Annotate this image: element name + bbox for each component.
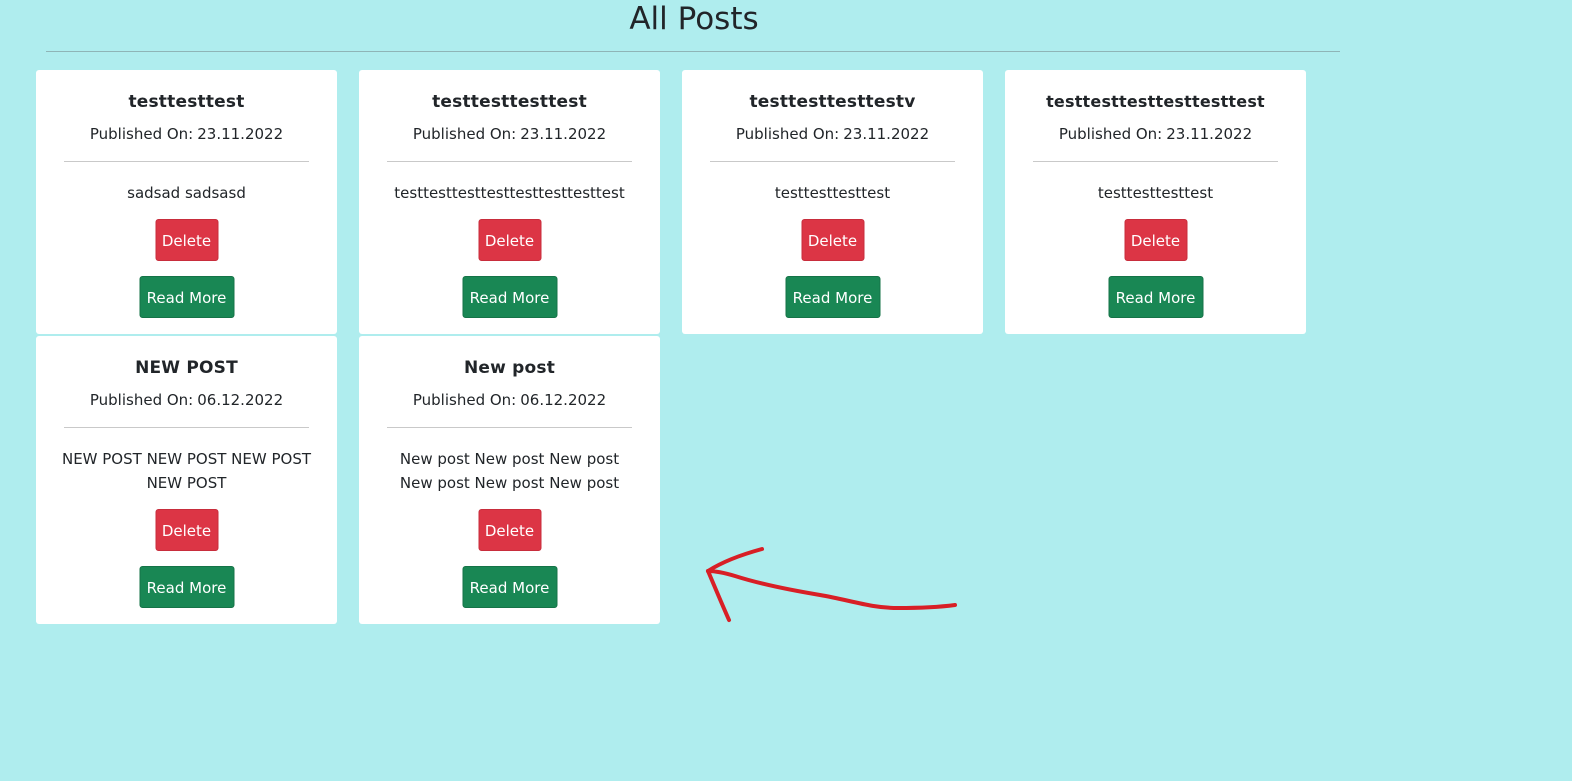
post-card: testtesttesttesttesttest Published On: 23… bbox=[1005, 70, 1306, 334]
post-date: Published On: 23.11.2022 bbox=[36, 124, 337, 144]
post-date-value: 06.12.2022 bbox=[520, 391, 607, 409]
read-more-button[interactable]: Read More bbox=[785, 276, 880, 318]
post-title: testtesttest bbox=[128, 92, 245, 112]
post-date: Published On: 06.12.2022 bbox=[36, 390, 337, 410]
delete-button[interactable]: Delete bbox=[478, 509, 541, 551]
post-title: testtesttesttesttesttest bbox=[1046, 92, 1265, 111]
card-divider bbox=[387, 427, 632, 428]
post-date-value: 23.11.2022 bbox=[197, 125, 284, 143]
post-date: Published On: 23.11.2022 bbox=[359, 124, 660, 144]
post-title: NEW POST bbox=[135, 358, 238, 378]
post-body: testtesttesttest bbox=[774, 184, 891, 202]
post-card: NEW POST Published On: 06.12.2022 NEW POS… bbox=[36, 336, 337, 624]
post-body: testtesttesttest bbox=[1097, 184, 1214, 202]
post-body: NEW POST NEW POST NEW POST NEW POST bbox=[61, 450, 312, 492]
page-title: All Posts bbox=[629, 1, 759, 37]
post-card: testtesttesttest Published On: 23.11.2022… bbox=[359, 70, 660, 334]
published-on-label: Published On: bbox=[89, 125, 194, 143]
card-divider bbox=[64, 161, 309, 162]
delete-button[interactable]: Delete bbox=[801, 219, 864, 261]
post-body: New post New post New post New post New … bbox=[399, 450, 620, 492]
read-more-button[interactable]: Read More bbox=[462, 566, 557, 608]
post-date-value: 06.12.2022 bbox=[197, 391, 284, 409]
read-more-button[interactable]: Read More bbox=[139, 566, 234, 608]
published-on-label: Published On: bbox=[412, 125, 517, 143]
post-date: Published On: 23.11.2022 bbox=[1005, 124, 1306, 144]
post-card: testtesttesttestv Published On: 23.11.202… bbox=[682, 70, 983, 334]
post-card: testtesttest Published On: 23.11.2022 sad… bbox=[36, 70, 337, 334]
read-more-button[interactable]: Read More bbox=[462, 276, 557, 318]
post-date-value: 23.11.2022 bbox=[520, 125, 607, 143]
delete-button[interactable]: Delete bbox=[1124, 219, 1187, 261]
arrow-head-lower bbox=[706, 569, 731, 622]
delete-button[interactable]: Delete bbox=[155, 219, 218, 261]
published-on-label: Published On: bbox=[735, 125, 840, 143]
post-title: New post bbox=[463, 358, 556, 378]
card-divider bbox=[710, 161, 955, 162]
post-date: Published On: 06.12.2022 bbox=[359, 390, 660, 410]
read-more-button[interactable]: Read More bbox=[139, 276, 234, 318]
title-divider bbox=[46, 51, 1340, 52]
card-divider bbox=[1033, 161, 1278, 162]
published-on-label: Published On: bbox=[412, 391, 517, 409]
card-divider bbox=[64, 427, 309, 428]
card-divider bbox=[387, 161, 632, 162]
post-date-value: 23.11.2022 bbox=[1166, 125, 1253, 143]
arrow-head-upper bbox=[706, 547, 764, 573]
post-body: sadsad sadsasd bbox=[127, 184, 246, 202]
read-more-button[interactable]: Read More bbox=[1108, 276, 1203, 318]
post-title: testtesttesttestv bbox=[749, 92, 916, 112]
post-card: New post Published On: 06.12.2022 New pos… bbox=[359, 336, 660, 624]
post-date-value: 23.11.2022 bbox=[843, 125, 930, 143]
published-on-label: Published On: bbox=[89, 391, 194, 409]
published-on-label: Published On: bbox=[1058, 125, 1163, 143]
delete-button[interactable]: Delete bbox=[478, 219, 541, 261]
post-title: testtesttesttest bbox=[432, 92, 587, 112]
delete-button[interactable]: Delete bbox=[155, 509, 218, 551]
arrow-shaft bbox=[706, 569, 957, 610]
post-date: Published On: 23.11.2022 bbox=[682, 124, 983, 144]
post-body: testtesttesttesttesttesttesttest bbox=[394, 184, 625, 202]
